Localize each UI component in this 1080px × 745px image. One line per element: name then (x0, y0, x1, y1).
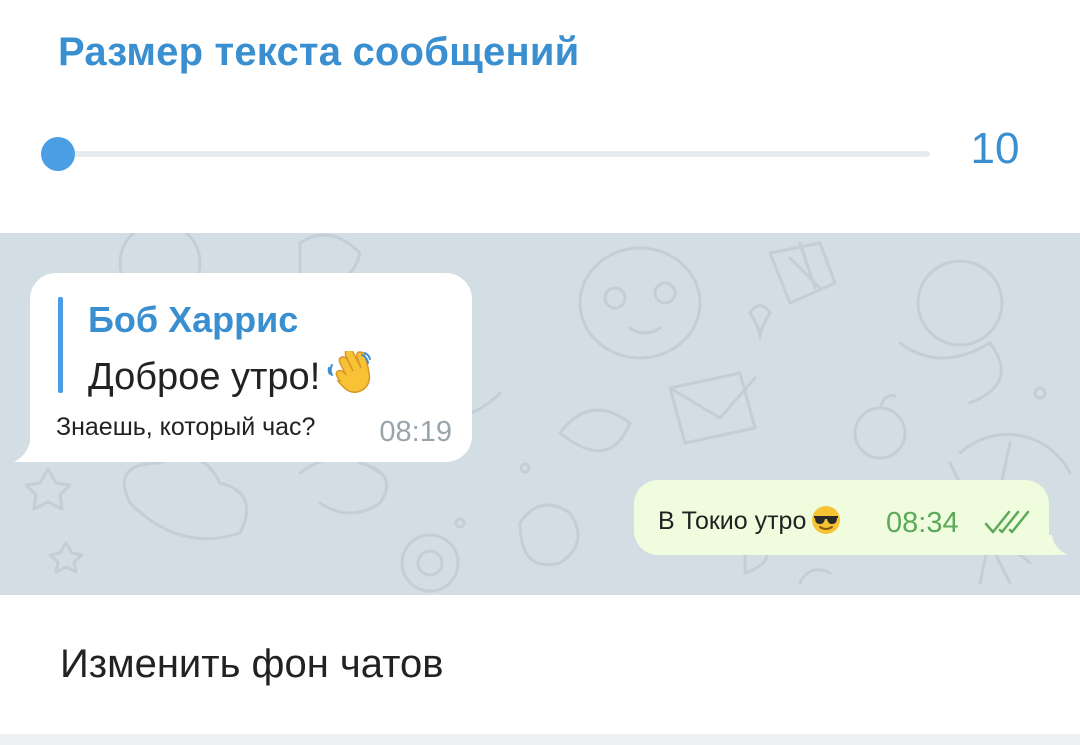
incoming-message-time: 08:19 (379, 416, 452, 448)
text-size-value: 10 (970, 124, 1020, 173)
reply-quote-bar (58, 297, 63, 393)
text-size-slider[interactable] (41, 137, 930, 171)
read-double-check-icon (984, 510, 1030, 534)
slider-track[interactable] (58, 151, 930, 157)
outgoing-message-text: В Токио утро (658, 507, 807, 535)
slider-thumb[interactable] (41, 137, 75, 171)
chat-preview: Боб Харрис Доброе утро! Знаешь, который … (0, 233, 1080, 595)
incoming-message-bubble: Боб Харрис Доброе утро! Знаешь, который … (30, 273, 472, 462)
change-chat-background-button[interactable]: Изменить фон чатов (0, 595, 1080, 734)
text-size-title: Размер текста сообщений (58, 30, 580, 74)
change-chat-background-label: Изменить фон чатов (60, 642, 444, 686)
section-divider (0, 734, 1080, 745)
reply-quote-message: Доброе утро! (88, 356, 321, 398)
chat-settings-screen: Размер текста сообщений 10 Боб Харрис До… (0, 0, 1080, 745)
outgoing-message-bubble: В Токио утро 08:34 (634, 480, 1049, 555)
reply-quote-text: Доброе утро! (88, 351, 374, 399)
sunglasses-face-icon (812, 506, 841, 534)
waving-hand-icon (327, 351, 372, 393)
incoming-message-text: Знаешь, который час? (56, 413, 316, 441)
outgoing-message-text-wrap: В Токио утро (658, 504, 842, 536)
reply-author-name: Боб Харрис (88, 299, 299, 340)
outgoing-message-time: 08:34 (886, 507, 959, 539)
